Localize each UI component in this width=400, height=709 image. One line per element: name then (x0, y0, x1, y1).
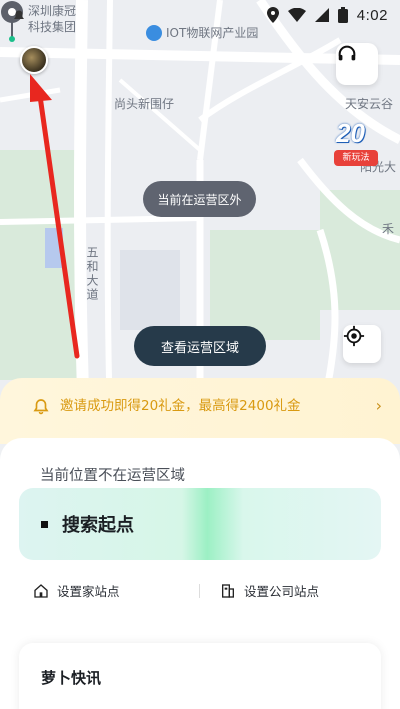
app-screen: 深圳康冠 科技集团 IOT物联网产业园 尚头新围仔 天安云谷 阳光大 禾 五和大… (0, 0, 400, 709)
chevron-right-icon: › (375, 396, 382, 415)
status-bar: 4:02 (0, 0, 400, 30)
set-company-stop-label: 设置公司站点 (244, 584, 320, 599)
headset-icon (338, 45, 356, 61)
shortcut-divider (199, 584, 200, 598)
customer-service-button[interactable] (336, 43, 378, 85)
set-home-stop-button[interactable]: 设置家站点 (33, 581, 120, 600)
service-area-status-pill: 当前在运营区外 (143, 181, 256, 217)
poi-label: 禾 (382, 222, 395, 236)
promo-badge-tag: 新玩法 (334, 150, 378, 166)
battery-icon (337, 7, 348, 23)
set-home-stop-label: 设置家站点 (57, 584, 120, 599)
location-icon (266, 7, 279, 23)
notification-icon (14, 10, 24, 19)
news-title: 萝卜快讯 (41, 669, 102, 687)
location-status-text: 当前位置不在运营区域 (40, 468, 185, 484)
promo-badge[interactable]: 20 新玩法 (334, 116, 378, 166)
news-card[interactable]: 萝卜快讯 (19, 643, 381, 709)
start-point-dot-icon (41, 520, 48, 528)
bottom-sheet: 当前位置不在运营区域 搜索起点 设置家站点 设置公司站点 萝卜快讯 (0, 438, 400, 709)
bell-icon (33, 399, 49, 415)
invite-promo-text: 邀请成功即得20礼金，最高得2400礼金 (60, 398, 301, 414)
invite-promo-banner[interactable]: 邀请成功即得20礼金，最高得2400礼金 › (0, 378, 400, 444)
building-icon (222, 583, 234, 598)
road-label: 五和大道 (85, 246, 99, 302)
user-avatar[interactable] (20, 46, 48, 74)
set-company-stop-button[interactable]: 设置公司站点 (220, 581, 319, 600)
wifi-icon (287, 8, 306, 22)
search-start-point-button[interactable]: 搜索起点 (19, 488, 381, 560)
view-service-area-button[interactable]: 查看运营区域 (134, 326, 266, 366)
poi-label: 天安云谷 (345, 97, 394, 111)
map-view[interactable]: 深圳康冠 科技集团 IOT物联网产业园 尚头新围仔 天安云谷 阳光大 禾 五和大… (0, 0, 400, 420)
locate-me-button[interactable] (343, 325, 381, 363)
signal-icon (314, 8, 329, 22)
status-time: 4:02 (356, 6, 388, 24)
search-start-point-label: 搜索起点 (62, 515, 134, 536)
poi-label: 尚头新围仔 (114, 97, 175, 111)
home-icon (34, 583, 48, 598)
locate-crosshair-icon (343, 325, 365, 347)
promo-badge-number: 20 (336, 118, 365, 148)
